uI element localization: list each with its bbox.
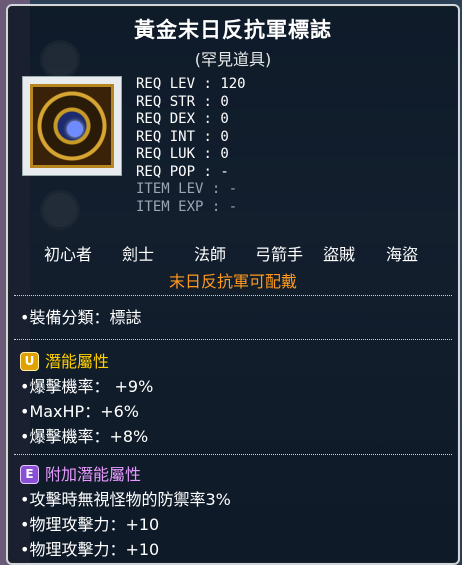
requirement-row: REQ POP : - [136, 163, 229, 180]
divider [14, 454, 452, 455]
potential-header: U 潛能屬性 [20, 348, 109, 372]
emblem-gem [67, 121, 83, 137]
potential-title: 潛能屬性 [45, 352, 110, 371]
job-label: 海盜 [386, 245, 419, 264]
job-label: 初心者 [44, 245, 93, 264]
stat-line: •爆擊機率： +9% [20, 377, 154, 396]
requirement-row: ITEM EXP : - [136, 198, 238, 215]
stat-line: •物理攻擊力：+10 [20, 515, 160, 534]
job-label: 盜賊 [323, 245, 356, 264]
equip-notice: 末日反抗軍可配戴 [168, 272, 297, 291]
bonus-potential-title: 附加潛能屬性 [45, 465, 142, 484]
stat-line: •MaxHP：+6% [20, 402, 139, 421]
item-name: 黃金末日反抗軍標誌 [134, 18, 332, 42]
requirement-value: 0 [220, 128, 229, 145]
requirement-value: 0 [220, 111, 229, 127]
requirement-value: - [220, 163, 229, 180]
gold-emblem-icon [30, 84, 114, 168]
requirement-value: - [228, 198, 238, 215]
requirement-label: REQ DEX [136, 111, 196, 127]
requirement-label: REQ POP [136, 163, 196, 180]
item-tooltip: 黃金末日反抗軍標誌 (罕見道具) REQ LEV : 120 REQ STR : … [6, 4, 460, 565]
job-list: 初心者 劍士 法師 弓箭手 盜賊 海盜 [8, 241, 458, 265]
bonus-potential-header: E 附加潛能屬性 [20, 461, 141, 485]
requirement-row: REQ LUK : 0 [136, 146, 229, 162]
requirement-label: REQ INT [136, 128, 196, 145]
requirement-label: REQ LUK [136, 146, 196, 162]
job-label: 弓箭手 [255, 245, 304, 264]
bonus-potential-rank-badge: E [20, 465, 39, 484]
requirement-row: REQ DEX : 0 [136, 111, 229, 127]
item-rarity: (罕見道具) [194, 50, 272, 69]
requirement-row: REQ STR : 0 [136, 93, 229, 110]
divider [14, 339, 452, 340]
potential-rank-badge: U [20, 352, 39, 371]
stat-line: •爆擊機率：+8% [20, 427, 149, 446]
requirement-label: ITEM EXP [136, 198, 204, 215]
stat-line: •物理攻擊力：+10 [20, 540, 160, 559]
requirement-value: 0 [220, 93, 229, 110]
requirement-row: REQ INT : 0 [136, 128, 229, 145]
requirement-label: REQ STR [136, 93, 196, 110]
requirement-row: REQ LEV : 120 [136, 76, 246, 92]
requirement-label: REQ LEV [136, 76, 196, 92]
job-label: 劍士 [122, 245, 155, 264]
requirement-value: - [228, 181, 238, 197]
job-label: 法師 [194, 245, 227, 264]
divider [14, 295, 452, 296]
requirement-row: ITEM LEV : - [136, 181, 238, 197]
stat-line: •攻擊時無視怪物的防禦率3% [20, 490, 231, 509]
requirements-list: REQ LEV : 120 REQ STR : 0 REQ DEX : 0 REQ I… [136, 76, 246, 216]
requirement-label: ITEM LEV [136, 181, 204, 197]
requirement-value: 120 [220, 76, 246, 92]
item-icon-frame [22, 76, 122, 176]
requirement-value: 0 [220, 146, 229, 162]
category-line: •裝備分類：標誌 [20, 308, 142, 327]
